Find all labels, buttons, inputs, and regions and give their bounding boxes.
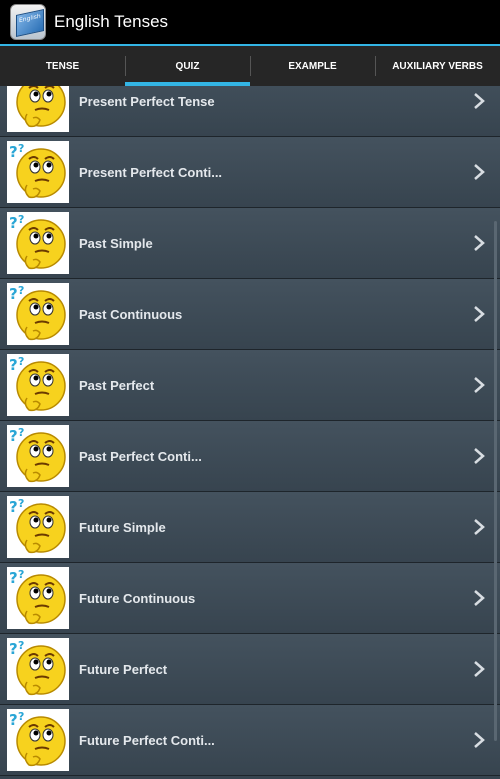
svg-text:?: ? <box>9 214 18 232</box>
svg-text:?: ? <box>18 710 24 723</box>
svg-text:?: ? <box>18 142 24 155</box>
thinking-face-icon: ? ? <box>7 709 69 771</box>
tab-quiz[interactable]: QUIZ <box>125 46 250 86</box>
list-item[interactable]: ? ? Present Perfect Conti... <box>0 137 500 208</box>
list-item[interactable]: ? ? Present Perfect Tense <box>0 86 500 137</box>
list-item-label: Past Simple <box>79 235 153 251</box>
svg-text:?: ? <box>18 639 24 652</box>
chevron-right-icon <box>474 377 485 393</box>
app-book-icon[interactable]: English <box>10 4 46 40</box>
svg-text:?: ? <box>9 569 18 587</box>
chevron-right-icon <box>474 93 485 109</box>
svg-text:?: ? <box>9 498 18 516</box>
thinking-face-icon: ? ? <box>7 638 69 700</box>
tab-label: AUXILIARY VERBS <box>392 60 483 72</box>
list-item[interactable]: ? ? Past Simple <box>0 208 500 279</box>
tab-label: EXAMPLE <box>288 60 337 72</box>
svg-text:?: ? <box>18 284 24 297</box>
svg-text:?: ? <box>9 285 18 303</box>
tab-label: QUIZ <box>175 60 200 72</box>
list-item[interactable]: ? ? Past Perfect <box>0 350 500 421</box>
list-item[interactable]: ? ? Future Perfect <box>0 634 500 705</box>
app-title: English Tenses <box>54 12 169 31</box>
svg-text:?: ? <box>18 426 24 439</box>
svg-text:?: ? <box>18 568 24 581</box>
action-bar: English English Tenses <box>0 0 500 44</box>
svg-text:?: ? <box>18 497 24 510</box>
chevron-right-icon <box>474 519 485 535</box>
list-item-label: Present Perfect Conti... <box>79 164 223 180</box>
quiz-list[interactable]: ? ? Present Perfect Tense ? ? <box>0 86 500 779</box>
thinking-face-icon: ? ? <box>7 212 69 274</box>
tab-tense[interactable]: TENSE <box>0 46 125 86</box>
list-item-label: Future Simple <box>79 519 166 535</box>
list-item-label: Future Perfect Conti... <box>79 732 215 748</box>
thinking-face-icon: ? ? <box>7 496 69 558</box>
chevron-right-icon <box>474 661 485 677</box>
svg-text:?: ? <box>18 213 24 226</box>
thinking-face-icon: ? ? <box>7 425 69 487</box>
tab-bar: TENSE QUIZ EXAMPLE AUXILIARY VERBS <box>0 46 500 86</box>
list-item[interactable]: ? ? Future Continuous <box>0 563 500 634</box>
chevron-right-icon <box>474 590 485 606</box>
tab-label: TENSE <box>45 60 80 72</box>
list-item-label: Past Perfect Conti... <box>79 448 202 464</box>
list-item-label: Present Perfect Tense <box>79 93 215 109</box>
thinking-face-icon: ? ? <box>7 567 69 629</box>
svg-text:?: ? <box>9 143 18 161</box>
svg-text:?: ? <box>9 427 18 445</box>
scrollbar[interactable] <box>494 221 497 741</box>
tab-auxiliary-verbs[interactable]: AUXILIARY VERBS <box>375 46 500 86</box>
svg-text:?: ? <box>9 711 18 729</box>
list-item[interactable]: ? ? Past Perfect Conti... <box>0 421 500 492</box>
svg-text:?: ? <box>9 640 18 658</box>
list-item[interactable]: ? ? Past Continuous <box>0 279 500 350</box>
chevron-right-icon <box>474 306 485 322</box>
tab-example[interactable]: EXAMPLE <box>250 46 375 86</box>
chevron-right-icon <box>474 235 485 251</box>
svg-text:?: ? <box>9 86 18 90</box>
thinking-face-icon: ? ? <box>7 283 69 345</box>
svg-text:?: ? <box>9 356 18 374</box>
thinking-face-icon: ? ? <box>7 354 69 416</box>
list-item-label: Future Continuous <box>79 590 196 606</box>
chevron-right-icon <box>474 732 485 748</box>
list-item[interactable]: ? ? Future Simple <box>0 492 500 563</box>
chevron-right-icon <box>474 448 485 464</box>
thinking-face-icon: ? ? <box>7 86 69 132</box>
list-item-label: Future Perfect <box>79 661 168 677</box>
list-item-label: Past Continuous <box>79 306 183 322</box>
svg-text:?: ? <box>18 355 24 368</box>
list-item[interactable]: ? ? Future Perfect Conti... <box>0 705 500 776</box>
list-item-label: Past Perfect <box>79 377 155 393</box>
thinking-face-icon: ? ? <box>7 141 69 203</box>
chevron-right-icon <box>474 164 485 180</box>
